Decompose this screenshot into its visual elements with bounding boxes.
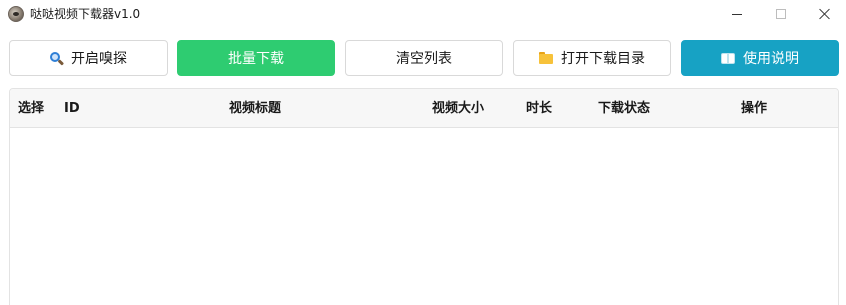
video-table: 选择 ID 视频标题 视频大小 时长 下载状态 操作 bbox=[9, 88, 839, 305]
app-logo-icon bbox=[8, 6, 24, 22]
maximize-button[interactable] bbox=[758, 0, 804, 28]
column-header-status[interactable]: 下载状态 bbox=[598, 101, 650, 117]
column-header-title[interactable]: 视频标题 bbox=[229, 101, 281, 117]
table-header: 选择 ID 视频标题 视频大小 时长 下载状态 操作 bbox=[10, 89, 838, 128]
title-bar: 哒哒视频下载器v1.0 bbox=[0, 0, 846, 28]
book-icon bbox=[721, 52, 735, 64]
batch-download-button[interactable]: 批量下载 bbox=[177, 40, 335, 76]
folder-icon bbox=[539, 52, 553, 64]
column-header-actions[interactable]: 操作 bbox=[741, 101, 767, 117]
open-download-folder-button[interactable]: 打开下载目录 bbox=[513, 40, 671, 76]
column-header-size[interactable]: 视频大小 bbox=[432, 101, 484, 117]
close-icon bbox=[819, 8, 831, 20]
clear-list-label: 清空列表 bbox=[396, 51, 452, 67]
close-button[interactable] bbox=[802, 0, 846, 28]
start-sniff-button[interactable]: 开启嗅探 bbox=[9, 40, 168, 76]
clear-list-button[interactable]: 清空列表 bbox=[345, 40, 503, 76]
column-header-duration[interactable]: 时长 bbox=[526, 101, 552, 117]
maximize-icon bbox=[776, 9, 786, 19]
start-sniff-label: 开启嗅探 bbox=[71, 51, 127, 67]
table-body bbox=[10, 129, 838, 305]
help-button[interactable]: 使用说明 bbox=[681, 40, 839, 76]
minimize-button[interactable] bbox=[714, 0, 760, 28]
minimize-icon bbox=[732, 13, 742, 15]
column-header-id[interactable]: ID bbox=[64, 101, 80, 117]
batch-download-label: 批量下载 bbox=[228, 51, 284, 67]
open-download-folder-label: 打开下载目录 bbox=[561, 51, 645, 67]
window-title: 哒哒视频下载器v1.0 bbox=[30, 7, 141, 21]
help-label: 使用说明 bbox=[743, 51, 799, 67]
app-window: 哒哒视频下载器v1.0 开启嗅探 批量下载 清空列表 打开下载目录 使用说明 选… bbox=[0, 0, 846, 305]
column-header-select[interactable]: 选择 bbox=[18, 101, 44, 117]
search-icon bbox=[50, 51, 65, 65]
